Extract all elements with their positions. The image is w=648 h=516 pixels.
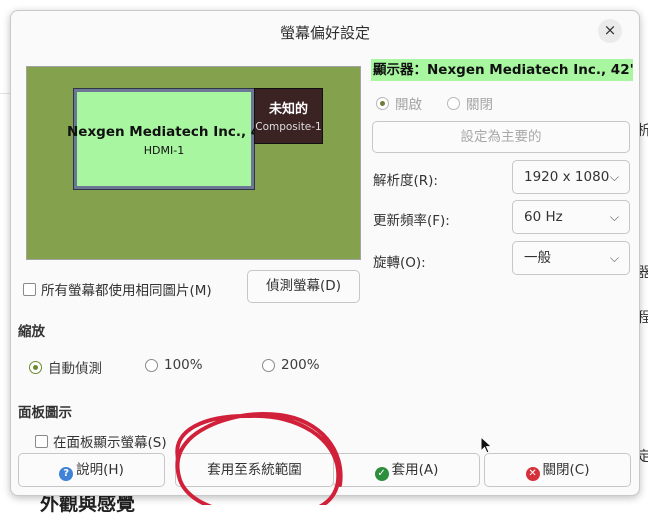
scaling-200-radio[interactable]: 200% [262, 357, 320, 373]
apply-system-wide-label: 套用至系統範圍 [207, 462, 302, 478]
close-label: 關閉(C) [542, 462, 590, 478]
resolution-value: 1920 x 1080 [524, 169, 610, 185]
mirror-displays-label: 所有螢幕都使用相同圖片(M) [41, 283, 212, 299]
monitor-name: 未知的 [268, 102, 308, 117]
chevron-down-icon: ⌵ [609, 210, 619, 224]
help-icon: ? [59, 467, 74, 481]
set-primary-button[interactable]: 設定為主要的 [372, 121, 630, 153]
detect-displays-button[interactable]: 偵測螢幕(D) [247, 270, 360, 303]
close-icon: × [603, 21, 617, 39]
close-circle-icon: ✕ [525, 467, 540, 481]
display-on-radio[interactable]: 開啟 [376, 93, 422, 113]
check-icon: ✓ [374, 467, 389, 481]
mouse-cursor-icon [480, 436, 493, 454]
refresh-rate-value: 60 Hz [524, 209, 563, 225]
rotation-select[interactable]: 一般 ⌵ [512, 241, 630, 275]
scaling-option-label: 200% [281, 357, 320, 373]
chevron-down-icon: ⌵ [609, 251, 619, 265]
display-on-label: 開啟 [395, 97, 422, 113]
monitor-connector: Composite-1 [255, 121, 322, 133]
close-button[interactable]: ✕ 關閉(C) [484, 453, 631, 487]
resolution-select[interactable]: 1920 x 1080 ⌵ [512, 160, 630, 194]
radio-indicator [262, 358, 275, 372]
monitor-connector: HDMI-1 [143, 144, 185, 157]
rotation-value: 一般 [524, 250, 551, 266]
set-primary-label: 設定為主要的 [460, 129, 542, 145]
apply-system-wide-button[interactable]: 套用至系統範圍 [175, 453, 334, 487]
radio-indicator [376, 96, 389, 110]
chevron-down-icon: ⌵ [609, 170, 619, 184]
radio-indicator [29, 360, 42, 374]
close-window-button[interactable]: × [598, 19, 622, 43]
scaling-auto-radio[interactable]: 自動偵測 [29, 357, 102, 377]
monitor-primary[interactable]: Nexgen Mediatech Inc., 42" HDMI-1 [67, 89, 277, 189]
rotation-label: 旋轉(O): [373, 255, 426, 271]
mirror-displays-checkbox[interactable]: 所有螢幕都使用相同圖片(M) [23, 279, 212, 299]
display-off-radio[interactable]: 關閉 [447, 93, 493, 113]
apply-label: 套用(A) [391, 462, 439, 478]
background-divider [0, 93, 10, 94]
radio-indicator [447, 96, 460, 110]
monitor-name: Nexgen Mediatech Inc., 42" [67, 124, 277, 140]
checkbox-box [23, 282, 36, 296]
refresh-rate-select[interactable]: 60 Hz ⌵ [512, 200, 630, 234]
refresh-rate-label: 更新頻率(F): [373, 213, 450, 229]
show-in-panel-label: 在面板顯示螢幕(S) [53, 435, 167, 451]
monitor-layout-preview[interactable]: Nexgen Mediatech Inc., 42" HDMI-1 未知的 Co… [26, 66, 361, 260]
display-heading: 顯示器：Nexgen Mediatech Inc., 42" [371, 59, 633, 81]
detect-displays-label: 偵測螢幕(D) [266, 278, 341, 294]
apply-button[interactable]: ✓ 套用(A) [333, 453, 480, 487]
display-off-label: 關閉 [466, 97, 493, 113]
scaling-option-label: 自動偵測 [48, 361, 102, 377]
scaling-option-label: 100% [164, 357, 203, 373]
monitor-secondary[interactable]: 未知的 Composite-1 [254, 88, 323, 144]
scaling-100-radio[interactable]: 100% [145, 357, 203, 373]
scaling-heading: 縮放 [18, 324, 45, 340]
help-label: 說明(H) [76, 462, 124, 478]
radio-indicator [145, 358, 158, 372]
resolution-label: 解析度(R): [373, 173, 438, 189]
title-bar: 螢幕偏好設定 × [11, 11, 639, 51]
display-preferences-dialog: 螢幕偏好設定 × Nexgen Mediatech Inc., 42" HDMI… [10, 10, 640, 496]
help-button[interactable]: ? 說明(H) [18, 453, 165, 487]
show-in-panel-checkbox[interactable]: 在面板顯示螢幕(S) [35, 431, 167, 451]
checkbox-box [35, 434, 48, 448]
dialog-title: 螢幕偏好設定 [279, 24, 370, 42]
panel-icon-heading: 面板圖示 [18, 405, 72, 421]
